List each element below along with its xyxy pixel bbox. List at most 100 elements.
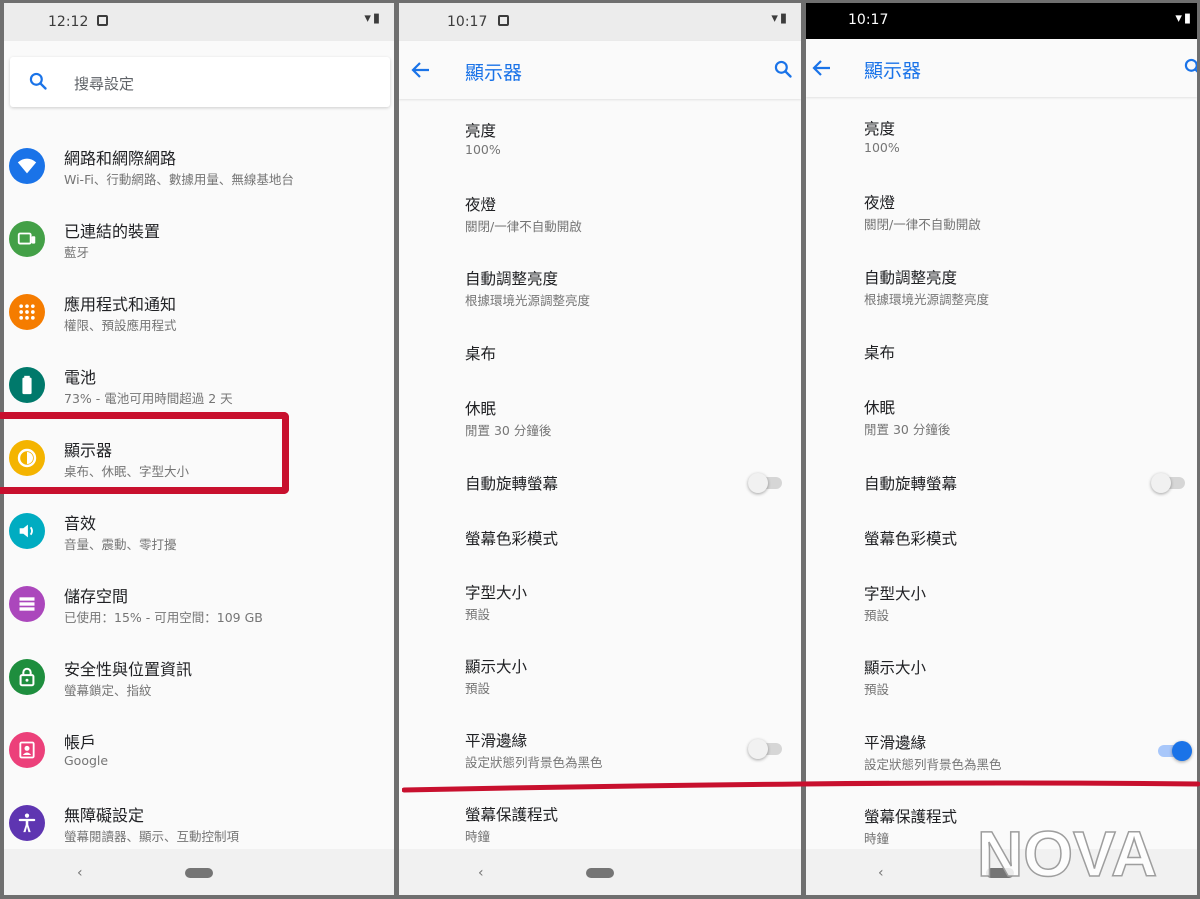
category-storage[interactable]: 儲存空間 已使用：15% - 可用空間：109 GB: [4, 571, 394, 644]
category-subtitle: 權限、預設應用程式: [64, 318, 177, 333]
category-subtitle: 螢幕閱讀器、顯示、互動控制項: [64, 829, 240, 844]
category-connected-devices[interactable]: 已連結的裝置 藍牙: [4, 206, 394, 279]
setting-subtitle: 設定狀態列背景色為黑色: [465, 755, 603, 770]
status-time: 10:17: [848, 12, 889, 28]
account-icon: [9, 732, 45, 768]
setting-title: 字型大小: [465, 584, 528, 602]
setting-title: 平滑邊緣: [864, 734, 927, 752]
setting-brightness[interactable]: 亮度 100%: [399, 109, 801, 181]
setting-brightness[interactable]: 亮度 100%: [806, 107, 1197, 179]
setting-screen-saver[interactable]: 螢幕保護程式 時鐘: [399, 793, 801, 853]
category-accounts[interactable]: 帳戶 Google: [4, 717, 394, 790]
lock-icon: [9, 659, 45, 695]
setting-title: 休眠: [864, 399, 896, 417]
toggle-thumb: [1151, 473, 1171, 493]
setting-title: 螢幕保護程式: [465, 806, 559, 824]
smooth-edges-toggle[interactable]: [1158, 739, 1192, 761]
setting-auto-rotate[interactable]: 自動旋轉螢幕: [806, 461, 1197, 513]
nav-back-icon[interactable]: ‹: [878, 865, 884, 881]
category-subtitle: 音量、震動、零打擾: [64, 537, 177, 552]
setting-title: 自動調整亮度: [465, 270, 559, 288]
nav-home-pill[interactable]: [586, 868, 614, 878]
setting-display-size[interactable]: 顯示大小 預設: [806, 646, 1197, 718]
setting-display-size[interactable]: 顯示大小 預設: [399, 645, 801, 717]
category-subtitle: 73% - 電池可用時間超過 2 天: [64, 391, 233, 406]
search-icon: [29, 72, 47, 90]
setting-title: 亮度: [864, 120, 896, 138]
devices-icon: [9, 221, 45, 257]
notification-icon: [97, 15, 108, 26]
search-icon[interactable]: [1183, 57, 1197, 77]
setting-night-light[interactable]: 夜燈 關閉/一律不自動開啟: [399, 183, 801, 255]
auto-rotate-toggle[interactable]: [1151, 471, 1185, 493]
setting-title: 螢幕色彩模式: [864, 530, 958, 548]
category-title: 網路和網際網路: [64, 149, 177, 168]
setting-auto-rotate[interactable]: 自動旋轉螢幕: [399, 461, 801, 513]
setting-adaptive-brightness[interactable]: 自動調整亮度 根據環境光源調整亮度: [399, 257, 801, 329]
category-subtitle: 已使用：15% - 可用空間：109 GB: [64, 610, 263, 625]
smooth-edges-toggle[interactable]: [748, 737, 782, 759]
setting-subtitle: 關閉/一律不自動開啟: [465, 219, 582, 234]
setting-sleep[interactable]: 休眠 閒置 30 分鐘後: [399, 387, 801, 459]
auto-rotate-toggle[interactable]: [748, 471, 782, 493]
setting-adaptive-brightness[interactable]: 自動調整亮度 根據環境光源調整亮度: [806, 256, 1197, 328]
setting-subtitle: 預設: [465, 607, 491, 622]
setting-subtitle: 100%: [465, 142, 501, 157]
setting-subtitle: 時鐘: [864, 831, 890, 846]
category-subtitle: 螢幕鎖定、指紋: [64, 683, 152, 698]
accessibility-icon: [9, 805, 45, 841]
category-title: 儲存空間: [64, 587, 129, 606]
nav-back-icon[interactable]: ‹: [478, 865, 484, 881]
setting-title: 自動調整亮度: [864, 269, 958, 287]
navigation-bar: ‹: [4, 849, 394, 895]
setting-color-mode[interactable]: 螢幕色彩模式: [806, 516, 1197, 568]
back-arrow-icon[interactable]: [810, 56, 834, 80]
category-title: 電池: [64, 368, 97, 387]
category-title: 安全性與位置資訊: [64, 660, 193, 679]
watermark-text: NOVA: [977, 820, 1157, 882]
status-bar: 10:17 ▾▮: [399, 3, 801, 41]
setting-font-size[interactable]: 字型大小 預設: [399, 571, 801, 643]
setting-title: 夜燈: [465, 196, 497, 214]
setting-sleep[interactable]: 休眠 閒置 30 分鐘後: [806, 386, 1197, 458]
nova-watermark-logo: NOVA: [976, 820, 1158, 882]
battery-icon: [9, 367, 45, 403]
setting-wallpaper[interactable]: 桌布: [399, 331, 801, 383]
setting-subtitle: 預設: [864, 682, 890, 697]
wifi-icon: [9, 148, 45, 184]
category-title: 已連結的裝置: [64, 222, 161, 241]
category-subtitle: Google: [64, 753, 109, 768]
category-apps[interactable]: 應用程式和通知 權限、預設應用程式: [4, 279, 394, 352]
signal-battery-icon: ▾▮: [1175, 11, 1193, 26]
category-sound[interactable]: 音效 音量、震動、零打擾: [4, 498, 394, 571]
setting-title: 顯示大小: [864, 659, 927, 677]
category-title: 應用程式和通知: [64, 295, 177, 314]
setting-subtitle: 100%: [864, 140, 900, 155]
page-title: 顯示器: [864, 60, 922, 82]
volume-icon: [9, 513, 45, 549]
category-subtitle: 藍牙: [64, 245, 90, 260]
page-title: 顯示器: [465, 62, 523, 84]
setting-night-light[interactable]: 夜燈 關閉/一律不自動開啟: [806, 181, 1197, 253]
notification-icon: [498, 15, 509, 26]
setting-font-size[interactable]: 字型大小 預設: [806, 572, 1197, 644]
setting-title: 顯示大小: [465, 658, 528, 676]
setting-title: 亮度: [465, 122, 497, 140]
navigation-bar: ‹: [399, 849, 801, 895]
setting-subtitle: 時鐘: [465, 829, 491, 844]
app-bar: 顯示器: [806, 39, 1197, 97]
setting-wallpaper[interactable]: 桌布: [806, 330, 1197, 382]
settings-search-bar[interactable]: 搜尋設定: [10, 57, 390, 107]
setting-title: 桌布: [465, 345, 497, 363]
nav-home-pill[interactable]: [185, 868, 213, 878]
category-security[interactable]: 安全性與位置資訊 螢幕鎖定、指紋: [4, 644, 394, 717]
nav-back-icon[interactable]: ‹: [77, 865, 83, 881]
category-network[interactable]: 網路和網際網路 Wi-Fi、行動網路、數據用量、無線基地台: [4, 133, 394, 206]
setting-color-mode[interactable]: 螢幕色彩模式: [399, 516, 801, 568]
setting-subtitle: 根據環境光源調整亮度: [864, 292, 990, 307]
search-icon[interactable]: [773, 59, 793, 79]
back-arrow-icon[interactable]: [409, 58, 433, 82]
highlight-box-display: [0, 412, 289, 494]
setting-title: 自動旋轉螢幕: [864, 475, 958, 493]
display-settings-screen: 10:17 ▾▮ 顯示器 亮度 100% 夜燈 關閉/一律不自動開啟 自動調整亮…: [399, 3, 801, 895]
